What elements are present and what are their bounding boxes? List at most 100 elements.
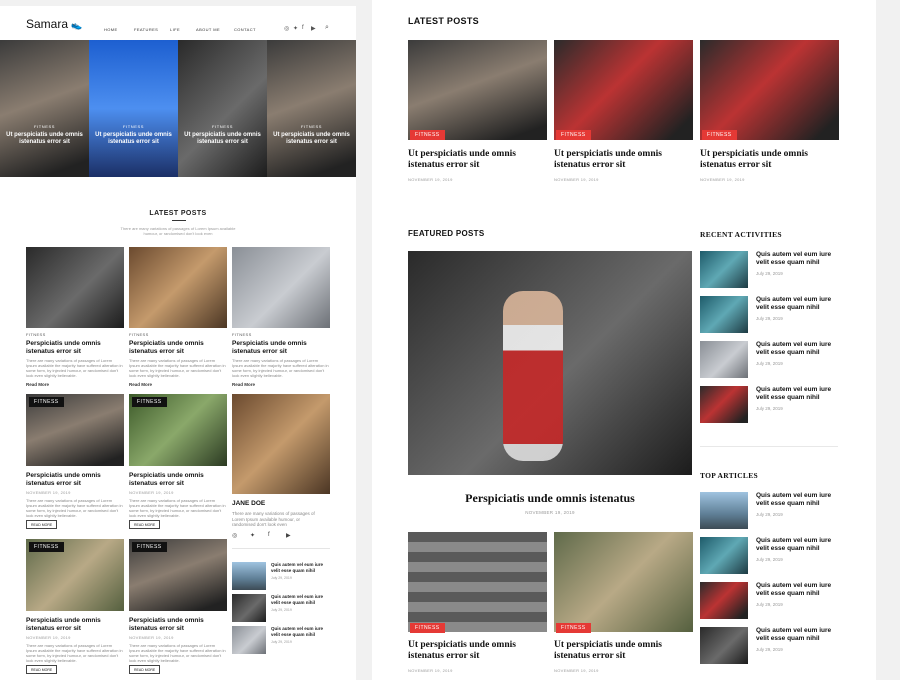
- activity-thumb[interactable]: [700, 251, 748, 288]
- facebook-icon[interactable]: f: [302, 25, 304, 31]
- read-more-link[interactable]: Read More: [232, 382, 330, 387]
- activity-thumb[interactable]: [700, 296, 748, 333]
- post-thumb[interactable]: [232, 247, 330, 328]
- article-title[interactable]: Quis autem vel eum iure velit esse quam …: [756, 492, 840, 508]
- activity-title[interactable]: Quis autem vel eum iure velit esse quam …: [756, 341, 840, 357]
- post-thumb[interactable]: [408, 532, 547, 632]
- category-badge[interactable]: FITNESS: [29, 397, 64, 407]
- mini-post-title[interactable]: Quis autem vel eum iure velit esse quam …: [271, 562, 331, 573]
- hero-caption-2[interactable]: FITNESS Ut perspiciatis unde omnis isten…: [89, 124, 178, 146]
- hero-title: Ut perspiciatis unde omnis istenatus err…: [273, 132, 350, 145]
- hero-caption-4[interactable]: FITNESS Ut perspiciatis unde omnis isten…: [267, 124, 356, 146]
- nav-features[interactable]: FEATURES: [134, 27, 158, 32]
- hero-category: FITNESS: [300, 124, 323, 129]
- latest-posts-heading: LATEST POSTS: [149, 210, 207, 217]
- post-thumb[interactable]: [129, 247, 227, 328]
- read-more-button[interactable]: READ MORE: [26, 665, 58, 674]
- hero-title: Ut perspiciatis unde omnis istenatus err…: [6, 132, 83, 145]
- divider: [232, 548, 330, 549]
- twitter-icon[interactable]: ✦: [293, 25, 298, 32]
- activity-title[interactable]: Quis autem vel eum iure velit esse quam …: [756, 251, 840, 267]
- article-thumb[interactable]: [700, 492, 748, 529]
- activity-thumb[interactable]: [700, 386, 748, 423]
- activity-title[interactable]: Quis autem vel eum iure velit esse quam …: [756, 296, 840, 312]
- post-category[interactable]: FITNESS: [129, 332, 227, 337]
- instagram-icon[interactable]: ◎: [284, 25, 289, 32]
- category-badge[interactable]: FITNESS: [29, 542, 64, 552]
- post-title[interactable]: Perspiciatis unde omnis istenatus error …: [129, 472, 227, 487]
- category-badge[interactable]: FITNESS: [556, 623, 591, 633]
- post-title[interactable]: Ut perspiciatis unde omnis istenatus err…: [554, 149, 689, 171]
- nav-about-me[interactable]: ABOUT ME: [196, 27, 220, 32]
- hero-caption-3[interactable]: FITNESS Ut perspiciatis unde omnis isten…: [178, 124, 267, 146]
- hero-image-2[interactable]: [89, 40, 178, 177]
- twitter-icon[interactable]: ✦: [250, 532, 255, 539]
- post-thumb[interactable]: [408, 40, 547, 140]
- category-badge[interactable]: FITNESS: [556, 130, 591, 140]
- mini-post-title[interactable]: Quis autem vel eum iure velit esse quam …: [271, 626, 331, 637]
- mini-post-thumb[interactable]: [232, 594, 266, 622]
- post-date: NOVEMBER 19, 2019: [554, 668, 599, 673]
- article-date: July 29, 2019: [756, 602, 783, 607]
- nav-home[interactable]: HOME: [104, 27, 118, 32]
- post-title[interactable]: Ut perspiciatis unde omnis istenatus err…: [408, 149, 543, 171]
- article-date: July 29, 2019: [756, 512, 783, 517]
- hero-image-3[interactable]: [178, 40, 267, 177]
- site-logo[interactable]: Samara 👟: [26, 17, 83, 31]
- post-title[interactable]: Ut perspiciatis unde omnis istenatus err…: [700, 149, 835, 171]
- hero-image-1[interactable]: [0, 40, 89, 177]
- activity-title[interactable]: Quis autem vel eum iure velit esse quam …: [756, 386, 840, 402]
- post-thumb[interactable]: [700, 40, 839, 140]
- read-more-link[interactable]: Read More: [26, 382, 124, 387]
- post-title[interactable]: Perspiciatis unde omnis istenatus error …: [129, 340, 227, 355]
- post-title[interactable]: Ut perspiciatis unde omnis istenatus err…: [408, 640, 543, 662]
- instagram-icon[interactable]: ◎: [232, 532, 237, 539]
- nav-contact[interactable]: CONTACT: [234, 27, 256, 32]
- activity-thumb[interactable]: [700, 341, 748, 378]
- read-more-button[interactable]: READ MORE: [129, 665, 161, 674]
- category-badge[interactable]: FITNESS: [132, 397, 167, 407]
- article-thumb[interactable]: [700, 537, 748, 574]
- category-badge[interactable]: FITNESS: [410, 623, 445, 633]
- facebook-icon[interactable]: f: [268, 532, 270, 538]
- post-title[interactable]: Perspiciatis unde omnis istenatus error …: [232, 340, 330, 355]
- youtube-icon[interactable]: ▶: [311, 25, 316, 32]
- post-category[interactable]: FITNESS: [26, 332, 124, 337]
- nav-life[interactable]: LIFE: [170, 27, 180, 32]
- post-thumb[interactable]: [554, 40, 693, 140]
- activity-date: July 29, 2019: [756, 316, 783, 321]
- heading-divider: [172, 220, 186, 221]
- article-title[interactable]: Quis autem vel eum iure velit esse quam …: [756, 537, 840, 553]
- post-excerpt: There are many variations of passages of…: [129, 358, 226, 378]
- search-icon[interactable]: ⌕: [325, 24, 329, 32]
- article-thumb[interactable]: [700, 627, 748, 664]
- category-badge[interactable]: FITNESS: [132, 542, 167, 552]
- post-category[interactable]: FITNESS: [232, 332, 330, 337]
- post-thumb[interactable]: [26, 247, 124, 328]
- read-more-link[interactable]: Read More: [129, 382, 227, 387]
- youtube-icon[interactable]: ▶: [286, 532, 291, 539]
- post-title[interactable]: Perspiciatis unde omnis istenatus error …: [26, 472, 124, 487]
- hero-caption-1[interactable]: FITNESS Ut perspiciatis unde omnis isten…: [0, 124, 89, 146]
- hero-image-4[interactable]: [267, 40, 356, 177]
- post-thumb[interactable]: [554, 532, 693, 632]
- featured-title[interactable]: Perspiciatis unde omnis istenatus: [408, 491, 692, 506]
- category-badge[interactable]: FITNESS: [410, 130, 445, 140]
- category-badge[interactable]: FITNESS: [702, 130, 737, 140]
- post-title[interactable]: Perspiciatis unde omnis istenatus error …: [129, 617, 227, 632]
- read-more-button[interactable]: READ MORE: [129, 520, 161, 529]
- post-title[interactable]: Perspiciatis unde omnis istenatus error …: [26, 617, 124, 632]
- activity-date: July 29, 2019: [756, 406, 783, 411]
- post-card: FITNESS Perspiciatis unde omnis istenatu…: [129, 332, 227, 387]
- read-more-button[interactable]: READ MORE: [26, 520, 58, 529]
- mini-post-thumb[interactable]: [232, 626, 266, 654]
- article-thumb[interactable]: [700, 582, 748, 619]
- mini-post-thumb[interactable]: [232, 562, 266, 590]
- mini-post-title[interactable]: Quis autem vel eum iure velit esse quam …: [271, 594, 331, 605]
- article-title[interactable]: Quis autem vel eum iure velit esse quam …: [756, 627, 840, 643]
- featured-image[interactable]: [408, 251, 692, 475]
- article-title[interactable]: Quis autem vel eum iure velit esse quam …: [756, 582, 840, 598]
- post-card: FITNESS Perspiciatis unde omnis istenatu…: [26, 332, 124, 387]
- post-title[interactable]: Ut perspiciatis unde omnis istenatus err…: [554, 640, 689, 662]
- post-title[interactable]: Perspiciatis unde omnis istenatus error …: [26, 340, 124, 355]
